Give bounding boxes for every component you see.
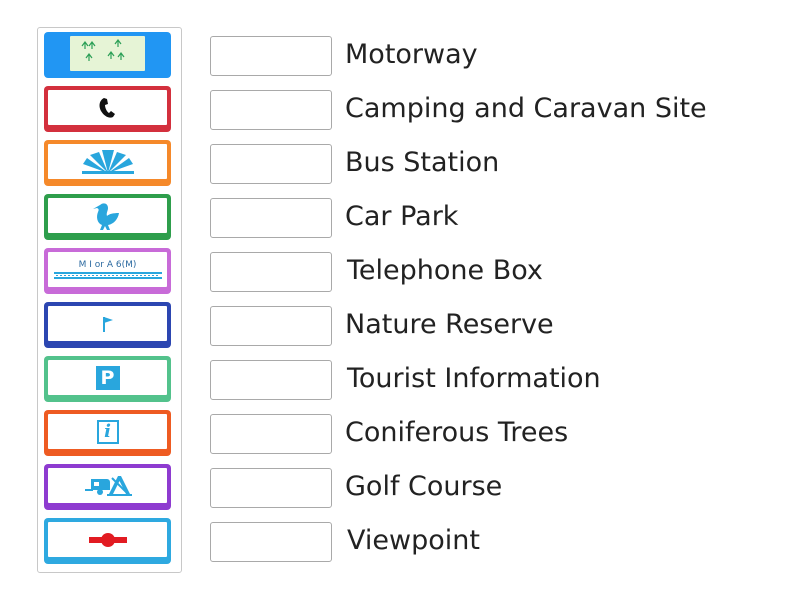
tile-bus-station[interactable]	[44, 518, 171, 564]
tile-coniferous-trees[interactable]	[44, 32, 171, 78]
camping-caravan-icon	[84, 475, 132, 496]
motorway-icon-text: M I or A 6(M)	[78, 260, 137, 270]
symbol-tiles-panel: M I or A 6(M) P i	[37, 27, 182, 573]
tile-motorway[interactable]: M I or A 6(M)	[44, 248, 171, 294]
label-tourist-information: Tourist Information	[347, 363, 601, 394]
label-coniferous-trees: Coniferous Trees	[345, 417, 569, 448]
tile-tourist-information[interactable]: i	[44, 410, 171, 456]
tile-inner: M I or A 6(M)	[48, 252, 167, 287]
drop-box-9[interactable]	[210, 468, 332, 508]
drop-box-8[interactable]	[210, 414, 332, 454]
drop-box-6[interactable]	[210, 306, 332, 346]
tile-inner	[48, 90, 167, 125]
golf-flag-icon	[102, 316, 113, 332]
car-park-icon: P	[95, 365, 120, 390]
label-nature-reserve: Nature Reserve	[345, 309, 554, 340]
tile-inner	[48, 198, 167, 233]
drop-box-7[interactable]	[210, 360, 332, 400]
drop-box-4[interactable]	[210, 198, 332, 238]
tile-inner: i	[48, 414, 167, 449]
label-golf-course: Golf Course	[345, 471, 503, 502]
tile-golf-course[interactable]	[44, 302, 171, 348]
drop-box-1[interactable]	[210, 36, 332, 76]
viewpoint-icon	[81, 149, 134, 174]
drop-box-3[interactable]	[210, 144, 332, 184]
telephone-icon	[99, 97, 115, 118]
drop-box-5[interactable]	[210, 252, 332, 292]
tile-inner	[48, 468, 167, 503]
tile-viewpoint[interactable]	[44, 140, 171, 186]
tile-telephone[interactable]	[44, 86, 171, 132]
tourist-information-icon: i	[96, 419, 119, 444]
motorway-icon	[53, 272, 162, 279]
tile-nature-reserve[interactable]	[44, 194, 171, 240]
label-bus-station: Bus Station	[345, 147, 500, 178]
label-motorway: Motorway	[345, 39, 478, 70]
tile-inner	[48, 144, 167, 179]
tile-camping-caravan[interactable]	[44, 464, 171, 510]
tile-inner	[48, 522, 167, 557]
drop-box-2[interactable]	[210, 90, 332, 130]
tile-car-park[interactable]: P	[44, 356, 171, 402]
label-camping-caravan-site: Camping and Caravan Site	[345, 93, 707, 124]
tile-inner: P	[48, 360, 167, 395]
tile-inner	[70, 36, 145, 71]
label-car-park: Car Park	[345, 201, 459, 232]
nature-reserve-bird-icon	[92, 202, 119, 230]
drop-box-10[interactable]	[210, 522, 332, 562]
tile-inner	[48, 306, 167, 341]
label-telephone-box: Telephone Box	[347, 255, 543, 286]
coniferous-trees-icon	[81, 38, 125, 61]
bus-station-icon	[88, 532, 127, 547]
label-viewpoint: Viewpoint	[347, 525, 480, 556]
